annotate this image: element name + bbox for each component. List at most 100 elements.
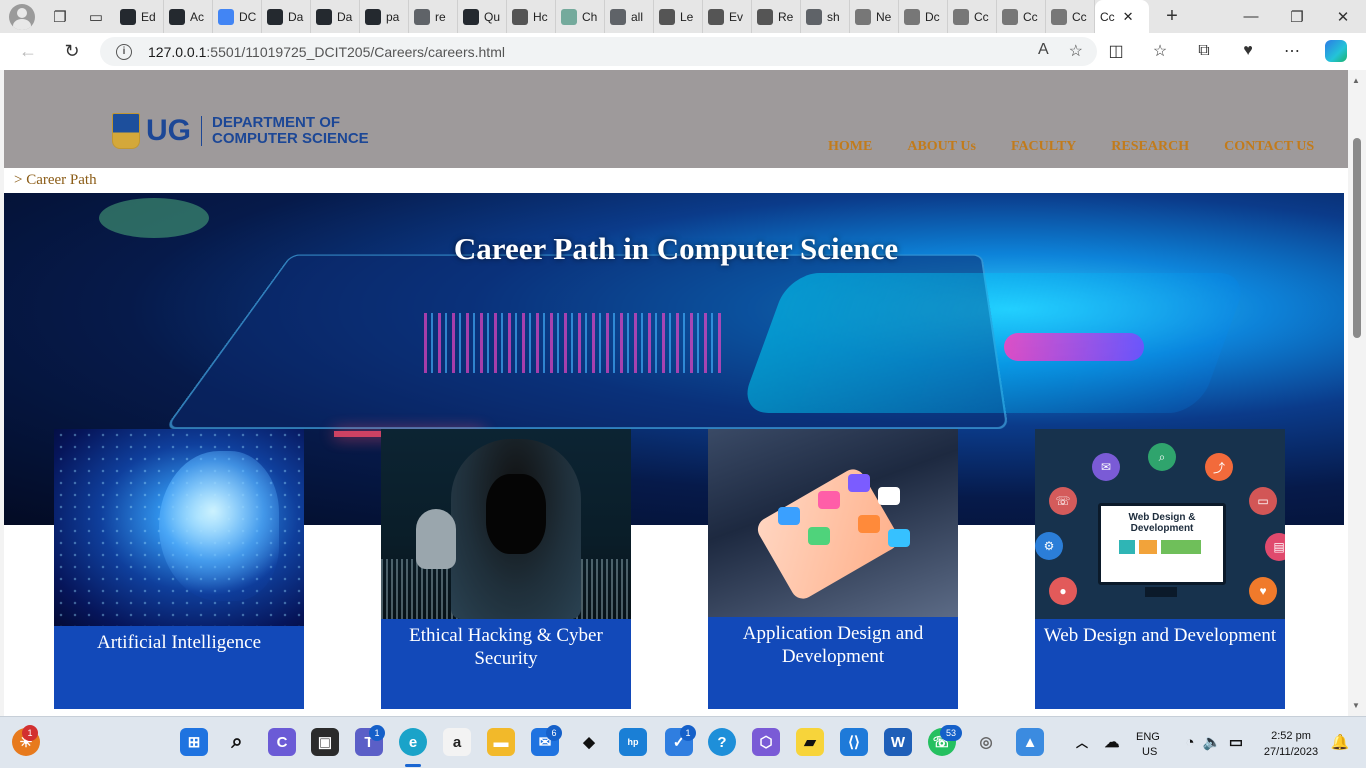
favorites-icon[interactable]: ☆ (1138, 36, 1182, 66)
start-button-icon[interactable]: ⊞ (180, 728, 208, 756)
browser-tab[interactable]: Ac (164, 0, 213, 33)
favorite-star-icon[interactable]: ☆ (1069, 41, 1083, 61)
copilot-icon[interactable] (1314, 36, 1358, 66)
search-icon[interactable]: ⌕ (223, 728, 251, 756)
browser-tab[interactable]: Re (752, 0, 801, 33)
clock-time[interactable]: 2:52 pm (1258, 730, 1324, 742)
edge-icon[interactable]: e (399, 728, 427, 756)
browser-tab[interactable]: Le (654, 0, 703, 33)
browser-tab-label: Cc (974, 9, 989, 24)
profile-avatar[interactable] (9, 3, 35, 30)
browser-tab[interactable]: pa (360, 0, 409, 33)
hero-pink-light (1004, 333, 1144, 361)
browser-tab[interactable]: Ne (850, 0, 899, 33)
breadcrumb[interactable]: > Career Path (14, 172, 97, 189)
career-card-ai[interactable]: Artificial Intelligence (54, 429, 304, 709)
scroll-thumb[interactable] (1353, 138, 1361, 338)
career-card-web[interactable]: ✉ ⌕ ⤴ ☏ ▭ ⚙ ▤ ● ♥ Web Design & Developme… (1035, 429, 1285, 709)
browser-tab[interactable]: Qu (458, 0, 507, 33)
close-tab-icon[interactable]: ✕ (1123, 9, 1134, 25)
new-tab-button[interactable]: + (1157, 5, 1187, 28)
nav-faculty[interactable]: FACULTY (1011, 139, 1076, 155)
tab-actions-icon[interactable]: ▭ (85, 6, 107, 28)
browser-tab[interactable]: Ev (703, 0, 752, 33)
career-card-app[interactable]: Application Design and Development (708, 429, 958, 709)
nav-about[interactable]: ABOUT Us (907, 139, 976, 155)
ring-app-icon[interactable]: ◎ (972, 728, 1000, 756)
hero-data-bars (424, 313, 724, 373)
browser-tab[interactable]: all (605, 0, 654, 33)
browser-tab[interactable]: Dc (899, 0, 948, 33)
onedrive-icon[interactable]: ☁ (1098, 728, 1126, 756)
amazon-icon[interactable]: a (443, 728, 471, 756)
browser-tab[interactable]: Cc (997, 0, 1046, 33)
notifications-bell-icon[interactable]: 🔔 (1326, 728, 1354, 756)
app-icon (808, 527, 830, 545)
scroll-down-icon[interactable]: ▼ (1352, 701, 1360, 710)
browser-tab[interactable]: Hc (507, 0, 556, 33)
collections-icon[interactable]: ⧉ (1182, 36, 1226, 66)
myhp-icon[interactable]: hp (619, 728, 647, 756)
mail-badge: 6 (546, 725, 562, 741)
sticky-notes-icon[interactable]: ▰ (796, 728, 824, 756)
hero-title: Career Path in Computer Science (453, 231, 899, 266)
settings-icon: ⚙ (1035, 532, 1063, 560)
url-text: 127.0.0.1:5501/11019725_DCIT205/Careers/… (148, 44, 505, 60)
scroll-up-icon[interactable]: ▲ (1352, 76, 1360, 85)
monitor-stand (1145, 587, 1177, 597)
back-button[interactable]: ← (10, 37, 46, 67)
browser-tab[interactable]: Ed (115, 0, 164, 33)
browser-tab[interactable]: Da (311, 0, 360, 33)
browser-tab[interactable]: Cc (948, 0, 997, 33)
tab-list: Ed Ac DC Da Da pa re Qu Hc Ch all Le Ev Re sh Ne Dc Cc Cc C… (115, 0, 1095, 33)
page-viewport: UG DEPARTMENT OF COMPUTER SCIENCE HOME A… (4, 70, 1348, 716)
browser-tab-label: Le (680, 9, 694, 24)
todo-badge: 1 (680, 725, 696, 741)
monitor-block (1161, 540, 1201, 554)
vscode-icon[interactable]: ⟨⟩ (840, 728, 868, 756)
browser-tab[interactable]: DC (213, 0, 262, 33)
photos-icon[interactable]: ▲ (1016, 728, 1044, 756)
split-screen-icon[interactable]: ◫ (1094, 36, 1138, 66)
more-menu-icon[interactable]: ⋯ (1270, 36, 1314, 66)
teams-badge: 1 (369, 725, 385, 741)
page-scrollbar[interactable]: ▲ ▼ (1348, 70, 1366, 716)
mail-icon: ✉ (1092, 453, 1120, 481)
help-icon[interactable]: ? (708, 728, 736, 756)
browser-tab[interactable]: Cc (1046, 0, 1095, 33)
copilot-preview-icon[interactable]: C (268, 728, 296, 756)
browser-tab[interactable]: Da (262, 0, 311, 33)
word-icon[interactable]: W (884, 728, 912, 756)
dropbox-icon[interactable]: ◆ (575, 728, 603, 756)
app-hexagon-icon[interactable]: ⬡ (752, 728, 780, 756)
file-explorer-icon[interactable]: ▬ (487, 728, 515, 756)
nav-contact[interactable]: CONTACT US (1224, 139, 1314, 155)
refresh-button[interactable]: ↻ (54, 37, 90, 67)
nav-home[interactable]: HOME (828, 139, 872, 155)
read-aloud-icon[interactable]: A (1038, 41, 1049, 61)
minimize-button[interactable]: — (1228, 0, 1274, 33)
browser-tab[interactable]: re (409, 0, 458, 33)
address-bar[interactable]: i 127.0.0.1:5501/11019725_DCIT205/Career… (100, 37, 1097, 66)
browser-tab[interactable]: sh (801, 0, 850, 33)
browser-tab[interactable]: Ch (556, 0, 605, 33)
task-view-icon[interactable]: ▣ (311, 728, 339, 756)
career-card-title: Ethical Hacking & Cyber Security (409, 625, 603, 669)
language-label[interactable]: ENG (1136, 731, 1160, 743)
nav-research[interactable]: RESEARCH (1111, 139, 1189, 155)
logo-dept-line2: COMPUTER SCIENCE (212, 130, 369, 147)
site-header: UG DEPARTMENT OF COMPUTER SCIENCE HOME A… (4, 70, 1348, 168)
app-icon (888, 529, 910, 547)
restore-button[interactable]: ❐ (1274, 0, 1320, 33)
heart-icon: ♥ (1249, 577, 1277, 605)
tray-chevron-icon[interactable]: ︿ (1068, 728, 1096, 756)
close-window-button[interactable]: ✕ (1320, 0, 1366, 33)
battery-icon[interactable]: ▭ (1222, 728, 1250, 756)
tab-active[interactable]: Cc ✕ (1095, 0, 1149, 33)
extensions-icon[interactable]: ♥ (1226, 36, 1270, 66)
career-card-security[interactable]: Ethical Hacking & Cyber Security (381, 429, 631, 709)
workspaces-icon[interactable]: ❐ (49, 6, 71, 28)
search-icon: ⌕ (1148, 443, 1176, 471)
department-logo[interactable]: UG DEPARTMENT OF COMPUTER SCIENCE (112, 113, 369, 149)
site-info-icon[interactable]: i (116, 43, 132, 60)
